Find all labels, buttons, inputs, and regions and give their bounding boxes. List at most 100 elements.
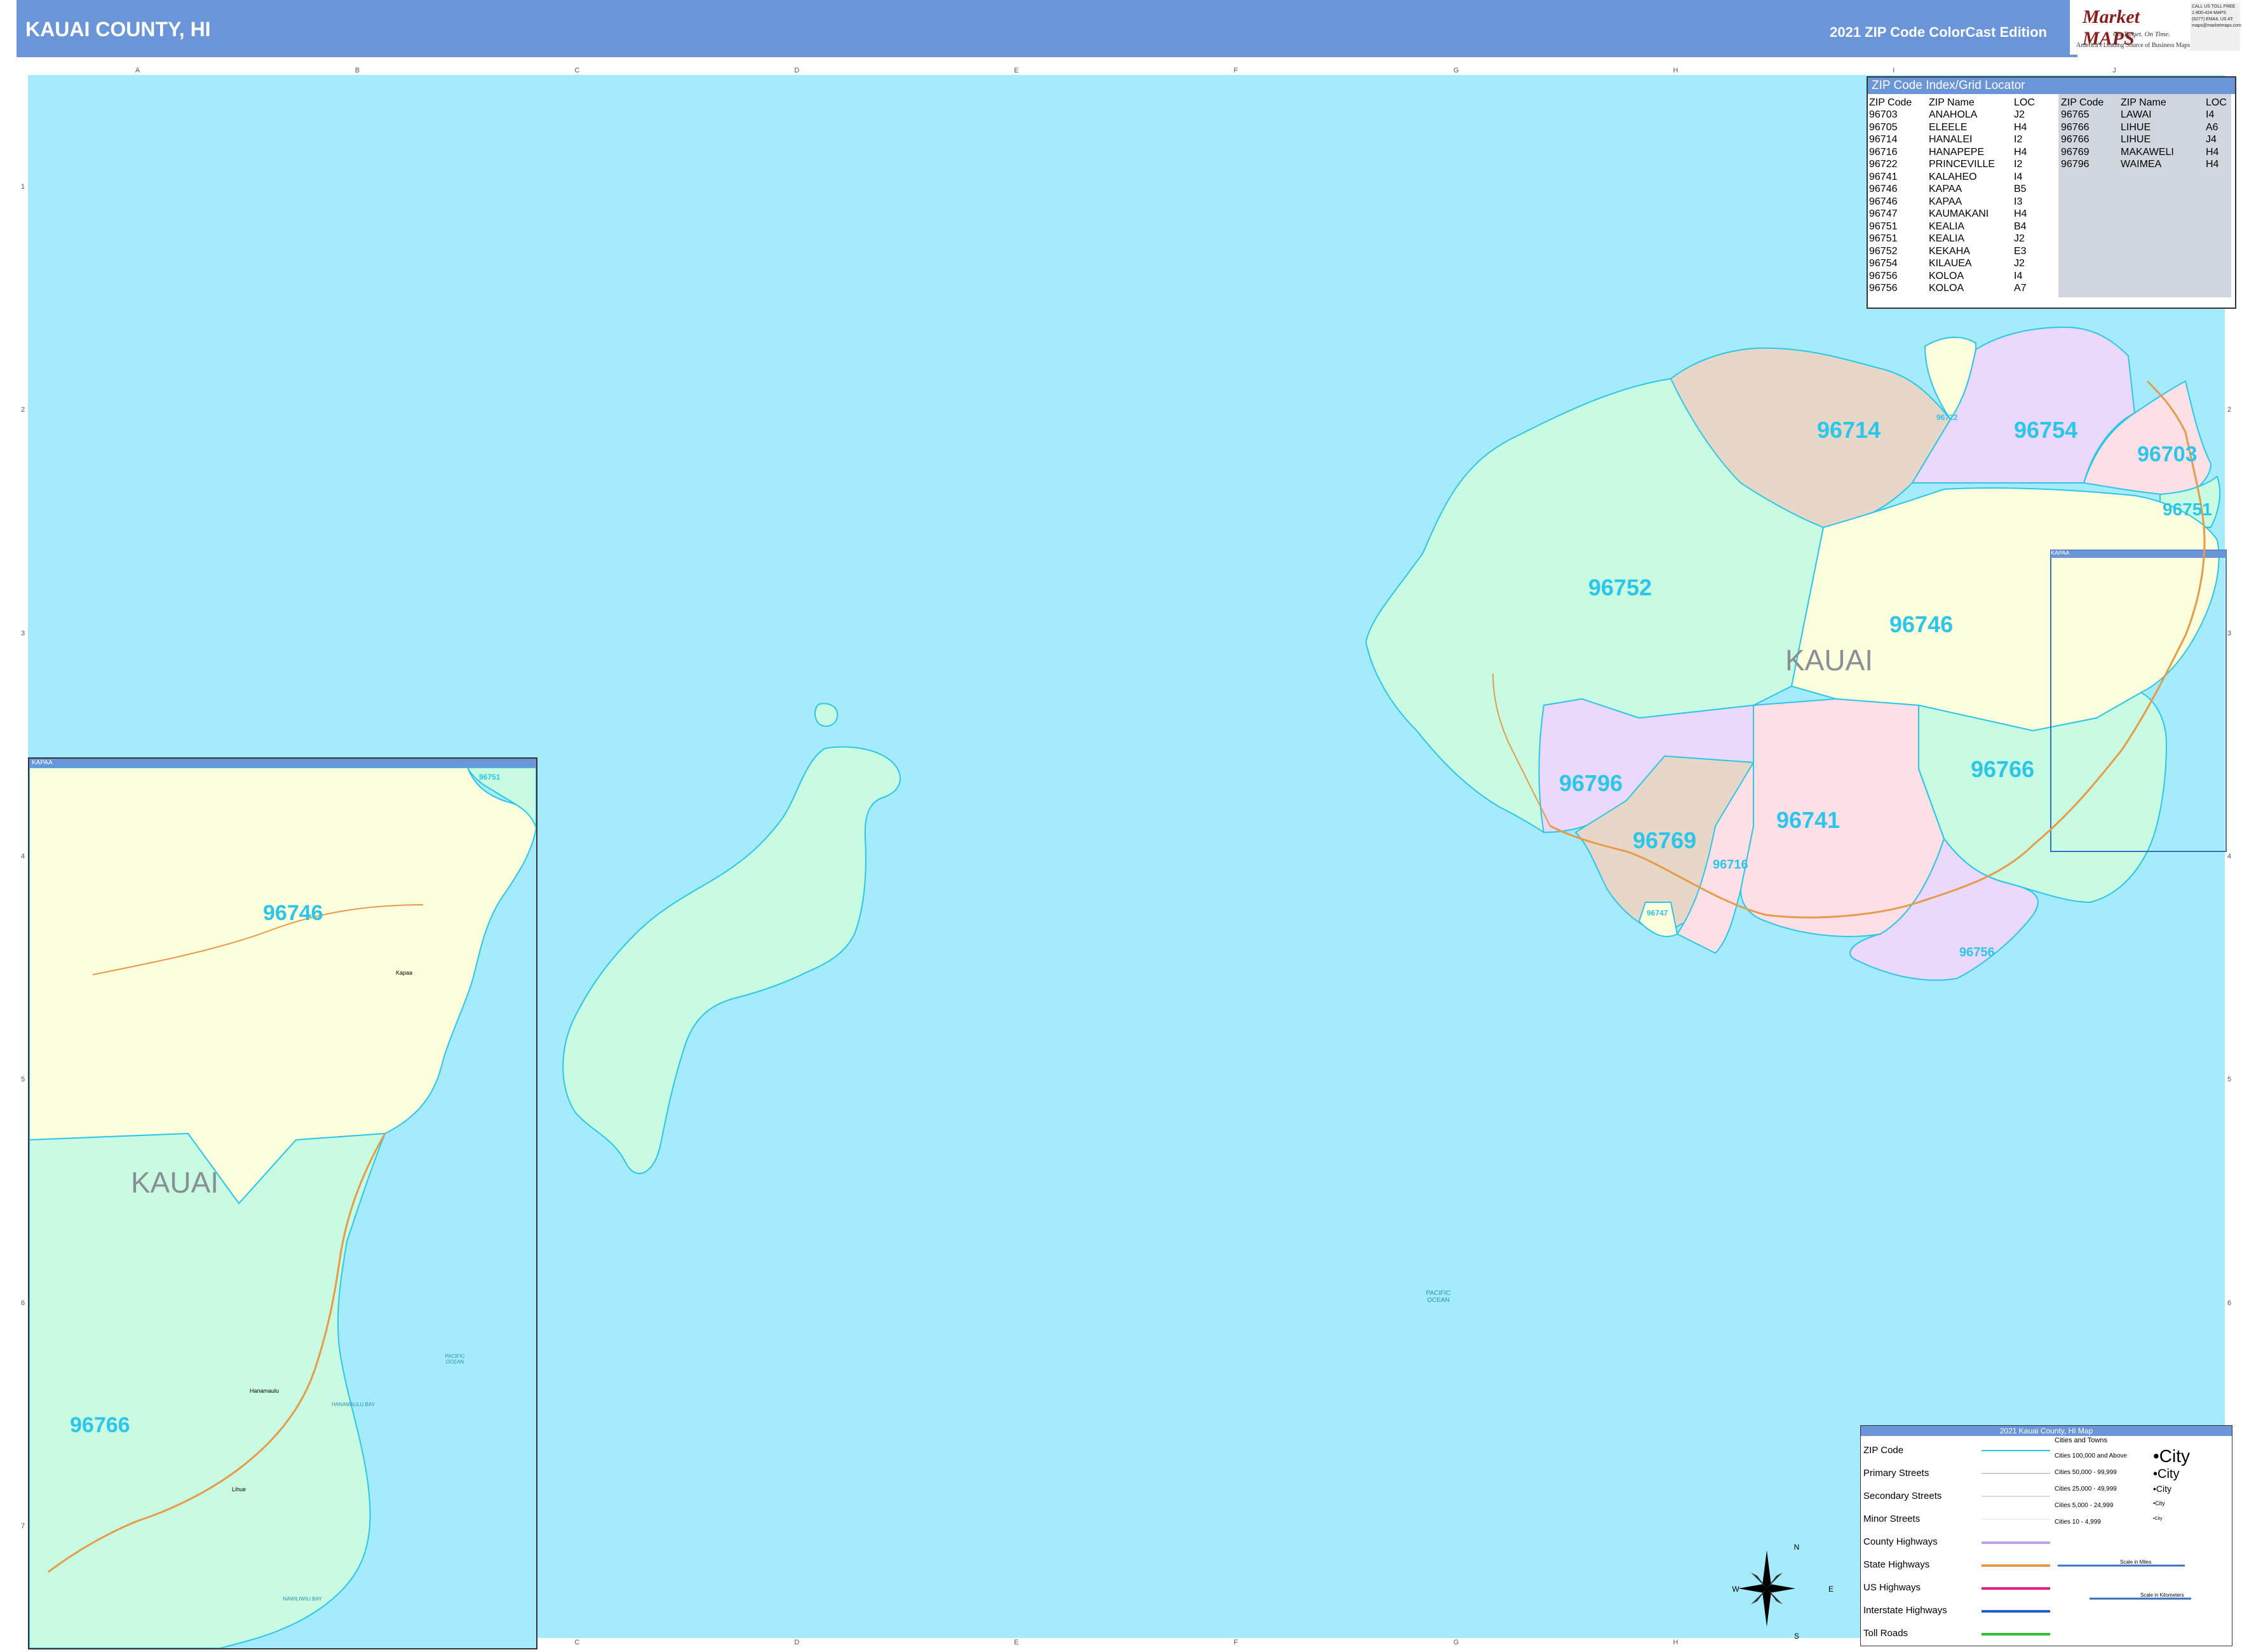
zip-index-zip: 96722 [1869,159,1898,170]
compass-n: N [1793,1543,1800,1552]
zip-label-96756: 96756 [1959,945,1995,959]
zip-index-name: KAUMAKANI [1929,208,1989,219]
inset-zip-label-96746: 96746 [263,901,323,925]
zip-index-name: ELEELE [1929,121,1968,133]
inset-place-hanamaulu: Hanamaulu [249,1388,280,1394]
zip-index-loc: E3 [2014,245,2027,257]
zip-header-loc: LOC [2014,97,2035,108]
zip-label-96751: 96751 [2163,499,2212,519]
zip-label-96766: 96766 [1971,756,2035,782]
zip-index-zip: 96716 [1869,146,1898,158]
zip-index-zip: 96756 [1869,270,1898,281]
zip-index-loc: H4 [2206,159,2219,170]
kapaa-inset-map: KAPAA 96746 96766 96751 KAUAI Kapaa Lihu… [28,757,537,1649]
zip-index-zip: 96766 [2061,121,2090,133]
inset-place-lihue: Lihue [231,1486,246,1493]
zip-index-zip: 96796 [2061,159,2090,170]
zip-index-zip: 96703 [1869,109,1898,120]
zip-index-name: ANAHOLA [1929,109,1978,120]
zip-index-name: LAWAI [2121,109,2152,120]
zip-index-name: KALAHEO [1929,171,1977,182]
zip-index-loc: B4 [2014,220,2027,232]
zip-index-name: MAKAWELI [2121,146,2174,158]
zip-index-loc: I4 [2014,171,2023,182]
zip-label-96754: 96754 [2014,417,2078,443]
inset-title: KAPAA [29,759,536,768]
zip-index-name: LIHUE [2121,134,2151,145]
zip-label-96769: 96769 [1633,827,1697,853]
zip-index-zip: 96756 [1869,283,1898,294]
zip-header-zip-right: ZIP Code [2061,97,2104,108]
zip-index-loc: J2 [2014,258,2025,269]
zip-index-name: HANAPEPE [1929,146,1985,158]
ocean-label: PACIFIC OCEAN [1426,1290,1451,1304]
inset-map-svg [29,767,536,1648]
zone-96741 [1739,698,1945,937]
zip-index-loc: H4 [2014,208,2027,219]
zip-index-loc: H4 [2014,146,2027,158]
zip-index-name: KEALIA [1929,220,1965,232]
zone-96747 [1638,902,1678,937]
zip-index-name: HANALEI [1929,134,1973,145]
zip-index-zip: 96746 [1869,184,1898,194]
compass-rose [1738,1550,1795,1627]
zip-index-name: KEKAHA [1929,245,1970,257]
zip-index-loc: H4 [2014,121,2027,133]
zip-index-zip: 96741 [1869,171,1898,182]
inset-ocean-label: PACIFIC OCEAN [445,1353,465,1365]
zip-index-name: WAIMEA [2121,159,2162,170]
compass-s: S [1793,1632,1799,1641]
zip-index-name: LIHUE [2121,121,2151,133]
zip-index-name: PRINCEVILLE [1929,159,1996,170]
zip-label-96703: 96703 [2137,442,2198,466]
zip-index-table: ZIP Code Index/Grid Locator ZIP Code ZIP… [1867,76,2236,309]
locator-title: KAPAA [2051,550,2070,556]
zip-index-zip: 96752 [1869,245,1898,257]
zip-index-zip: 96746 [1869,196,1898,207]
zip-index-zip: 96769 [2061,146,2090,158]
zip-index-name: KAPAA [1929,184,1962,194]
zip-index-loc: I2 [2014,159,2023,170]
inset-county-label: KAUAI [131,1166,219,1199]
zip-index-loc: I3 [2014,196,2023,207]
zip-index-loc: B5 [2014,184,2027,194]
zip-label-96716: 96716 [1713,858,1748,872]
zip-header-name: ZIP Name [1929,97,1975,108]
zip-index-zip: 96765 [2061,109,2090,120]
zip-index-name: KEALIA [1929,233,1965,244]
zip-label-96746: 96746 [1889,611,1954,637]
inset-place-nawiliwili-bay: NAWILIWILI BAY [283,1596,322,1602]
zip-header-loc-right: LOC [2206,97,2227,108]
zip-index-loc: A7 [2014,283,2027,294]
zip-index-name: KOLOA [1929,283,1964,294]
zip-index-name: KOLOA [1929,270,1964,281]
zip-label-96796: 96796 [1559,770,1623,796]
zip-label-96714: 96714 [1817,417,1881,443]
zip-label-96722: 96722 [1936,413,1958,422]
compass-w: W [1732,1585,1739,1594]
niihau-island [562,746,901,1174]
zip-index-name: KILAUEA [1929,258,1972,269]
zip-index-zip: 96714 [1869,134,1898,145]
inset-zip-label-96766: 96766 [70,1413,130,1437]
zip-index-loc: J4 [2206,134,2217,145]
zip-index-zip: 96751 [1869,233,1898,244]
zip-index-zip: 96751 [1869,220,1898,232]
zip-label-96741: 96741 [1776,807,1840,833]
zip-index-loc: A6 [2206,121,2218,133]
zip-index-zip: 96705 [1869,121,1898,133]
zip-index-loc: I4 [2014,270,2023,281]
compass-e: E [1828,1585,1833,1594]
map-legend: 2021 Kauai County, HI Map ZIP Code Primar… [1860,1425,2232,1646]
zip-label-96752: 96752 [1588,574,1652,600]
zip-index-loc: J2 [2014,109,2025,120]
zip-index-loc: J2 [2014,233,2025,244]
zip-index-loc: I4 [2206,109,2215,120]
zip-index-name: KAPAA [1929,196,1962,207]
zip-index-title: ZIP Code Index/Grid Locator [1868,78,2235,94]
zip-index-zip: 96766 [2061,134,2090,145]
county-label-kauai: KAUAI [1785,644,1874,677]
lehua-islet [814,703,839,727]
inset-place-kapaa: Kapaa [395,970,413,976]
zip-header-name-right: ZIP Name [2121,97,2166,108]
